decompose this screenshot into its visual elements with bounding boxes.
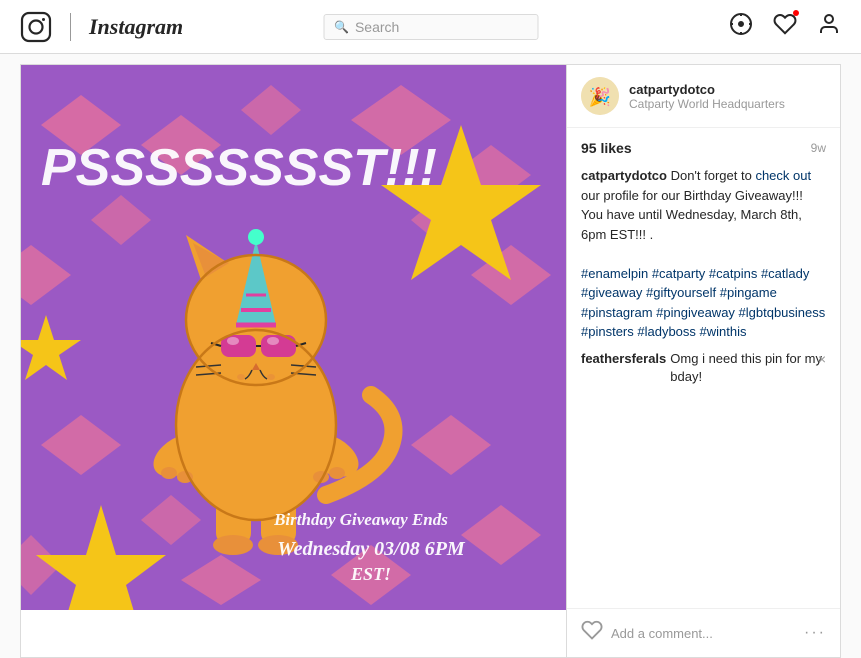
comment-input[interactable]	[611, 626, 796, 641]
avatar: 🎉	[581, 77, 619, 115]
notification-dot	[793, 10, 799, 16]
search-box: 🔍	[323, 14, 538, 40]
search-area: 🔍	[323, 14, 538, 40]
comment-text: Omg i need this pin for my bday!	[670, 350, 826, 386]
caption-link[interactable]: check out	[755, 168, 811, 183]
logo-text: Instagram	[89, 14, 183, 40]
post-container: PSSSSSSSST!!!	[20, 64, 841, 658]
comment-item: feathersferals Omg i need this pin for m…	[581, 350, 826, 386]
svg-text:EST!: EST!	[350, 564, 391, 584]
logo-divider	[70, 13, 71, 41]
caption-text-2: our profile for our Birthday Giveaway!!!…	[581, 188, 803, 242]
post-user-info: catpartydotco Catparty World Headquarter…	[629, 82, 785, 111]
likes-row: 95 likes 9w	[581, 140, 826, 156]
instagram-logo-icon	[20, 11, 52, 43]
search-input[interactable]	[355, 19, 515, 35]
likes-count: 95 likes	[581, 140, 632, 156]
caption-author[interactable]: catpartydotco	[581, 168, 667, 183]
svg-text:Wednesday 03/08 6PM: Wednesday 03/08 6PM	[277, 538, 466, 560]
post-footer: ···	[567, 608, 840, 657]
header: Instagram 🔍	[0, 0, 861, 54]
time-ago: 9w	[811, 141, 826, 155]
post-header: 🎉 catpartydotco Catparty World Headquart…	[567, 65, 840, 128]
post-username[interactable]: catpartydotco	[629, 82, 785, 97]
heart-icon[interactable]	[773, 12, 797, 42]
post-subtitle: Catparty World Headquarters	[629, 97, 785, 111]
post-caption: catpartydotco Don't forget to check out …	[581, 166, 826, 342]
post-image: PSSSSSSSST!!!	[21, 65, 566, 610]
header-icons	[729, 12, 841, 42]
post-info-panel: 🎉 catpartydotco Catparty World Headquart…	[566, 65, 840, 657]
comment-author[interactable]: feathersferals	[581, 350, 666, 368]
search-icon: 🔍	[334, 20, 349, 34]
svg-text:🎉: 🎉	[589, 86, 611, 108]
profile-icon[interactable]	[817, 12, 841, 42]
logo-area: Instagram	[20, 11, 183, 43]
like-button[interactable]	[581, 619, 603, 647]
caption-text-1: Don't forget to	[667, 168, 755, 183]
post-image-svg: PSSSSSSSST!!!	[21, 65, 566, 610]
close-comment-button[interactable]: ×	[818, 350, 826, 370]
more-options-button[interactable]: ···	[804, 624, 826, 642]
svg-text:Birthday Giveaway Ends: Birthday Giveaway Ends	[273, 510, 448, 529]
caption-hashtags: #enamelpin #catparty #catpins #catlady #…	[581, 266, 825, 340]
svg-text:PSSSSSSSST!!!: PSSSSSSSST!!!	[41, 139, 437, 197]
post-body: 95 likes 9w catpartydotco Don't forget t…	[567, 128, 840, 608]
compass-icon[interactable]	[729, 12, 753, 42]
